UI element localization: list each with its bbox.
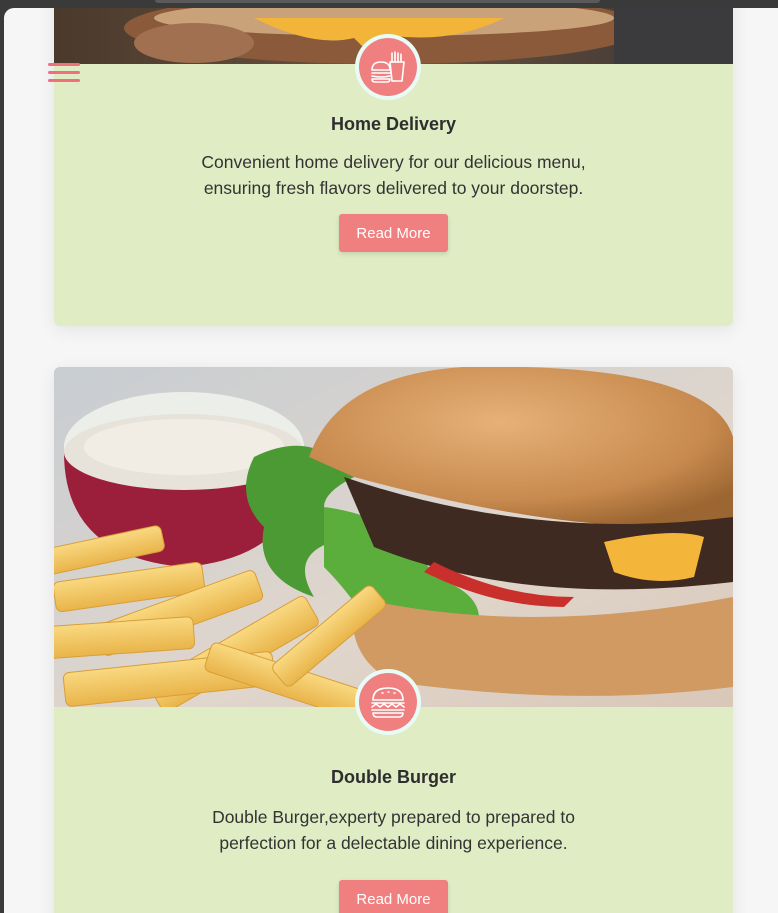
menu-line bbox=[48, 79, 80, 82]
page-viewport: Home Delivery Convenient home delivery f… bbox=[4, 8, 778, 913]
card-description: Double Burger,experty prepared to prepar… bbox=[212, 807, 575, 853]
burger-icon bbox=[371, 687, 405, 718]
card-title: Double Burger bbox=[330, 767, 456, 787]
service-card-home-delivery: Home Delivery Convenient home delivery f… bbox=[54, 8, 733, 326]
hamburger-menu-icon[interactable] bbox=[48, 63, 80, 87]
burger-photo bbox=[54, 367, 733, 707]
card-description: Convenient home delivery for our delicio… bbox=[201, 152, 586, 198]
burger-photo-graphic bbox=[54, 367, 733, 707]
service-icon-badge bbox=[355, 669, 421, 735]
menu-line bbox=[48, 63, 80, 66]
address-bar-edge bbox=[155, 0, 600, 3]
read-more-button[interactable]: Read More bbox=[339, 214, 448, 252]
service-card-double-burger: Double Burger Double Burger,experty prep… bbox=[54, 367, 733, 913]
menu-line bbox=[48, 71, 80, 74]
read-more-button[interactable]: Read More bbox=[339, 880, 448, 913]
browser-top-strip bbox=[0, 0, 778, 8]
service-icon-badge bbox=[355, 34, 421, 100]
burger-fries-icon bbox=[371, 51, 405, 83]
card-title: Home Delivery bbox=[330, 114, 457, 134]
